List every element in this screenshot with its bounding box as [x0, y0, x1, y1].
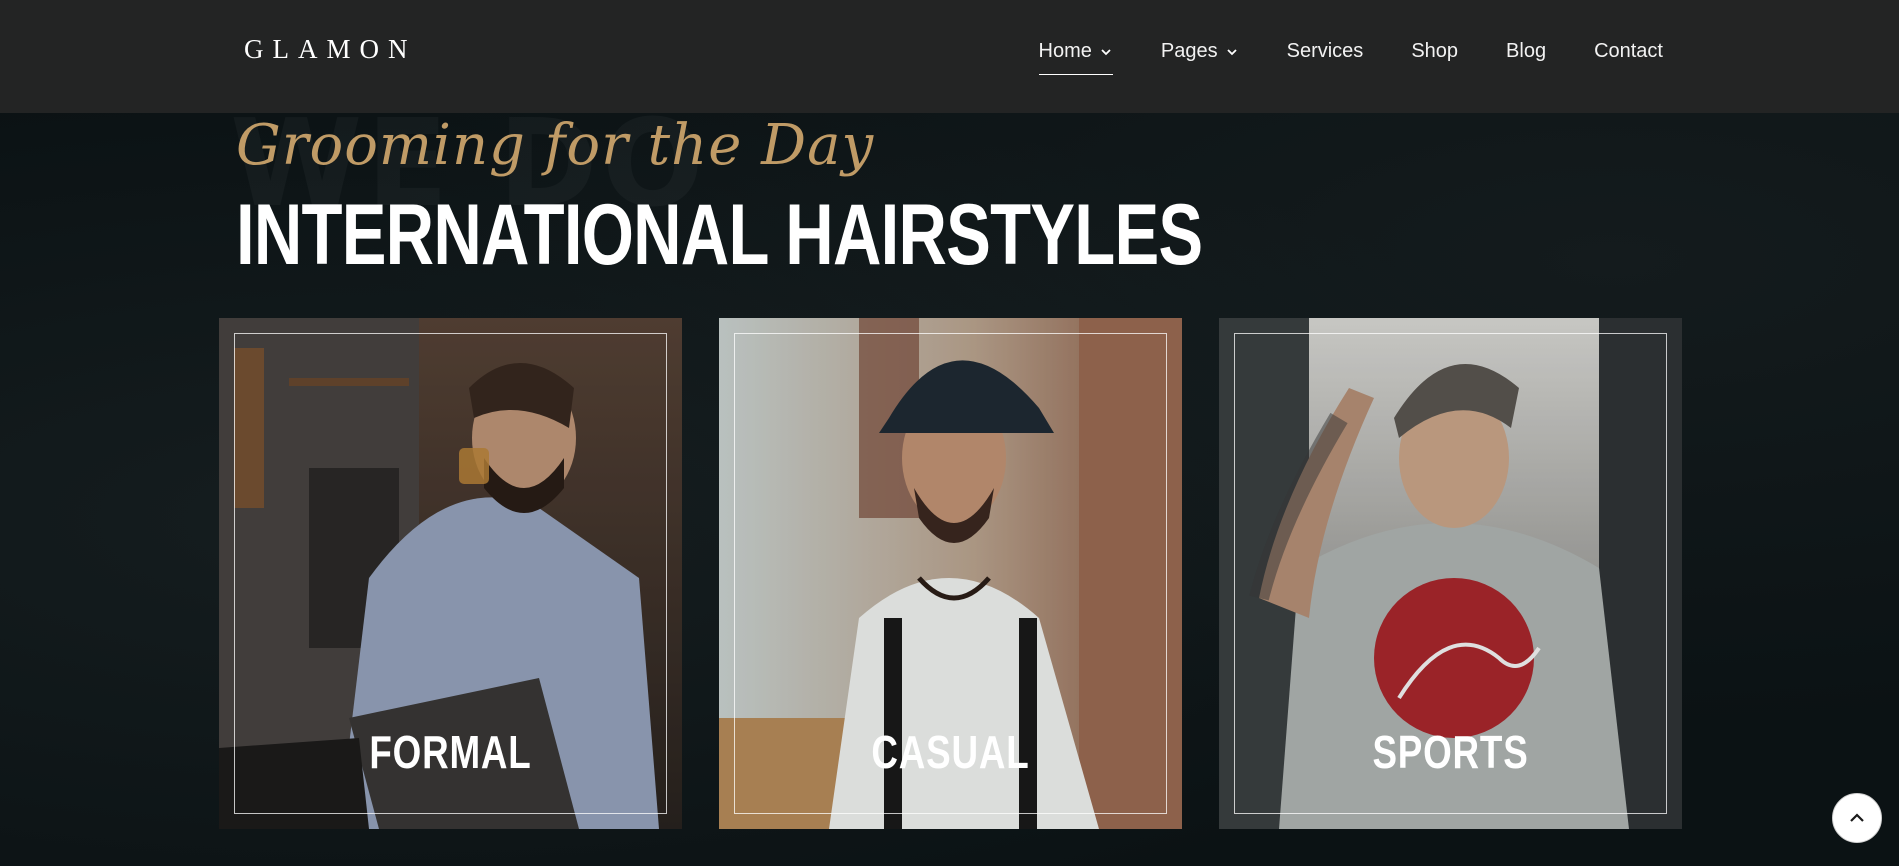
nav-item-home[interactable]: Home — [1038, 40, 1114, 75]
nav-item-services[interactable]: Services — [1287, 40, 1364, 63]
nav-item-contact[interactable]: Contact — [1594, 40, 1663, 63]
main-nav: Home Pages Services Shop Blog Contact — [991, 40, 1663, 75]
nav-item-label: Services — [1286, 40, 1364, 62]
card-label: CASUAL — [871, 726, 1030, 778]
chevron-down-icon — [1101, 48, 1111, 55]
hero-title: INTERNATIONAL HAIRSTYLES — [236, 187, 1203, 283]
nav-item-label: Blog — [1506, 40, 1547, 62]
hero-subtitle: Grooming for the Day — [236, 113, 875, 178]
chevron-down-icon — [1226, 48, 1237, 55]
card-sports[interactable]: SPORTS — [1219, 318, 1682, 829]
site-header: GLAMON Home Pages Services Shop Blog Con… — [0, 0, 1899, 113]
card-formal[interactable]: FORMAL — [219, 318, 682, 829]
nav-item-shop[interactable]: Shop — [1411, 40, 1458, 63]
nav-item-label: Shop — [1411, 40, 1459, 62]
nav-item-label: Home — [1038, 40, 1092, 62]
back-to-top-button[interactable] — [1832, 793, 1882, 843]
nav-item-blog[interactable]: Blog — [1506, 40, 1546, 63]
nav-item-label: Contact — [1594, 40, 1663, 62]
nav-item-label: Pages — [1160, 40, 1218, 62]
card-label: SPORTS — [1372, 726, 1529, 778]
site-logo[interactable]: GLAMON — [244, 34, 417, 65]
card-casual[interactable]: CASUAL — [719, 318, 1182, 829]
card-label: FORMAL — [369, 726, 532, 778]
nav-item-pages[interactable]: Pages — [1161, 40, 1239, 63]
chevron-up-icon — [1850, 813, 1864, 822]
